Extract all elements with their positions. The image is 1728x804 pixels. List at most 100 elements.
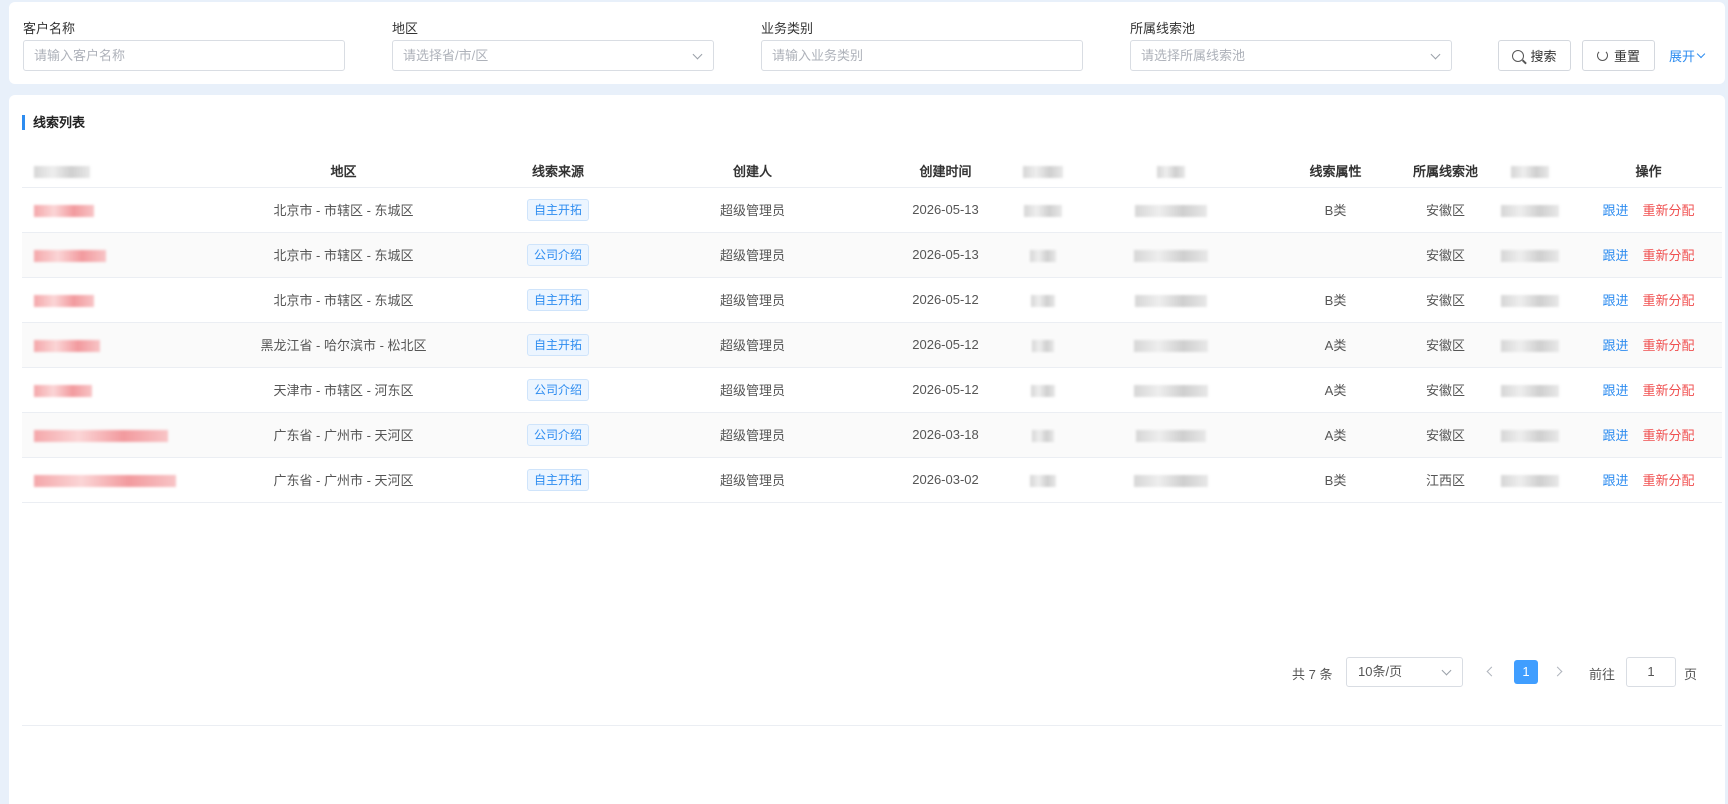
cell-pool: 安徽区: [1407, 277, 1484, 323]
cell-customer[interactable]: [22, 457, 193, 503]
customer-name-label: 客户名称: [23, 21, 76, 36]
cell-creator: 超级管理员: [622, 187, 883, 233]
cell-created: 2026-03-02: [883, 457, 1008, 503]
reassign-link[interactable]: 重新分配: [1643, 293, 1695, 308]
cell-region: 黑龙江省 - 哈尔滨市 - 松北区: [193, 322, 494, 368]
cell-customer[interactable]: [22, 277, 193, 323]
cell-attr: [1264, 232, 1407, 278]
cell-redacted: [1078, 187, 1264, 233]
redacted-text: [34, 384, 92, 397]
reassign-link[interactable]: 重新分配: [1643, 248, 1695, 263]
cell-customer[interactable]: [22, 322, 193, 368]
lead-pool-label: 所属线索池: [1130, 21, 1196, 36]
redacted-text: [1135, 204, 1207, 217]
redacted-text: [1500, 339, 1559, 352]
reassign-link[interactable]: 重新分配: [1643, 383, 1695, 398]
redacted-text: [1134, 384, 1208, 397]
lead-list-panel: 线索列表 地区 线索来源 创建人 创建时间 线索属性 所属线索池 操作 北京市 …: [9, 95, 1725, 804]
cell-redacted: [1484, 367, 1575, 413]
refresh-icon: [1596, 50, 1608, 61]
page-size-select[interactable]: 10条/页: [1346, 657, 1463, 687]
source-tag: 自主开拓: [526, 468, 589, 491]
cell-region: 天津市 - 市辖区 - 河东区: [193, 367, 494, 413]
cell-region: 广东省 - 广州市 - 天河区: [193, 412, 494, 458]
source-tag: 自主开拓: [526, 333, 589, 356]
cell-redacted: [1008, 322, 1078, 368]
redacted-text: [1031, 384, 1055, 397]
follow-up-link[interactable]: 跟进: [1602, 248, 1628, 263]
cell-creator: 超级管理员: [622, 457, 883, 503]
table-row: 广东省 - 广州市 - 天河区 公司介绍 超级管理员 2026-03-18 A类 安徽区 跟…: [22, 412, 1722, 458]
cell-redacted: [1078, 457, 1264, 503]
goto-page-input[interactable]: 1: [1626, 657, 1676, 687]
cell-pool: 安徽区: [1407, 187, 1484, 233]
source-tag: 自主开拓: [526, 288, 589, 311]
redacted-text: [1031, 294, 1055, 307]
reassign-link[interactable]: 重新分配: [1643, 473, 1695, 488]
lead-pool-select[interactable]: 请选择所属线索池: [1130, 40, 1452, 71]
search-button[interactable]: 搜索: [1498, 40, 1571, 71]
chevron-down-icon: [692, 49, 703, 60]
follow-up-link[interactable]: 跟进: [1602, 383, 1628, 398]
cell-region: 北京市 - 市辖区 - 东城区: [193, 232, 494, 278]
chevron-down-icon: [1441, 665, 1452, 676]
business-type-input[interactable]: 请输入业务类别: [761, 40, 1083, 71]
redacted-text: [1500, 249, 1559, 262]
table-row: 广东省 - 广州市 - 天河区 自主开拓 超级管理员 2026-03-02 B类 江西区 跟…: [22, 457, 1722, 503]
cell-redacted: [1008, 187, 1078, 233]
follow-up-link[interactable]: 跟进: [1602, 428, 1628, 443]
cell-creator: 超级管理员: [622, 412, 883, 458]
redacted-text: [34, 429, 168, 442]
col-header-redacted: [1484, 155, 1575, 188]
chevron-down-icon: [1696, 49, 1706, 58]
redacted-text: [1157, 165, 1185, 178]
cell-redacted: [1484, 277, 1575, 323]
cell-actions: 跟进 重新分配: [1575, 322, 1722, 368]
cell-customer[interactable]: [22, 367, 193, 413]
redacted-text: [1500, 429, 1559, 442]
page-size-value: 10条/页: [1358, 664, 1403, 679]
region-placeholder: 请选择省/市/区: [403, 48, 489, 63]
reset-button[interactable]: 重置: [1582, 40, 1655, 71]
region-select[interactable]: 请选择省/市/区: [392, 40, 714, 71]
cell-attr: B类: [1264, 277, 1407, 323]
redacted-text: [1023, 165, 1063, 178]
search-button-label: 搜索: [1530, 49, 1557, 64]
reassign-link[interactable]: 重新分配: [1643, 203, 1695, 218]
table-row: 北京市 - 市辖区 - 东城区 公司介绍 超级管理员 2026-05-13 安徽区 跟进重…: [22, 232, 1722, 278]
redacted-text: [1136, 429, 1206, 442]
cell-created: 2026-05-12: [883, 277, 1008, 323]
reassign-link[interactable]: 重新分配: [1643, 338, 1695, 353]
follow-up-link[interactable]: 跟进: [1602, 473, 1628, 488]
col-header-source: 线索来源: [494, 155, 622, 188]
redacted-text: [1500, 384, 1559, 397]
cell-pool: 安徽区: [1407, 322, 1484, 368]
cell-creator: 超级管理员: [622, 277, 883, 323]
cell-customer[interactable]: [22, 187, 193, 233]
pagination-total: 共 7 条: [1292, 667, 1333, 682]
follow-up-link[interactable]: 跟进: [1602, 338, 1628, 353]
reassign-link[interactable]: 重新分配: [1643, 428, 1695, 443]
region-label: 地区: [392, 21, 419, 36]
follow-up-link[interactable]: 跟进: [1602, 293, 1628, 308]
cell-created: 2026-03-18: [883, 412, 1008, 458]
cell-attr: B类: [1264, 187, 1407, 233]
follow-up-link[interactable]: 跟进: [1602, 203, 1628, 218]
page-1-button[interactable]: 1: [1514, 660, 1538, 684]
cell-customer[interactable]: [22, 412, 193, 458]
col-header-pool: 所属线索池: [1407, 155, 1484, 188]
cell-redacted: [1484, 187, 1575, 233]
expand-link[interactable]: 展开: [1669, 46, 1706, 65]
customer-name-input[interactable]: 请输入客户名称: [23, 40, 345, 71]
cell-redacted: [1078, 277, 1264, 323]
chevron-down-icon: [1430, 49, 1441, 60]
cell-attr: A类: [1264, 367, 1407, 413]
col-header-customer: [22, 155, 193, 188]
cell-source: 公司介绍: [494, 412, 622, 458]
goto-label: 前往: [1589, 667, 1616, 682]
redacted-text: [1032, 339, 1054, 352]
cell-customer[interactable]: [22, 232, 193, 278]
redacted-text: [34, 165, 90, 178]
cell-redacted: [1008, 367, 1078, 413]
cell-source: 公司介绍: [494, 232, 622, 278]
